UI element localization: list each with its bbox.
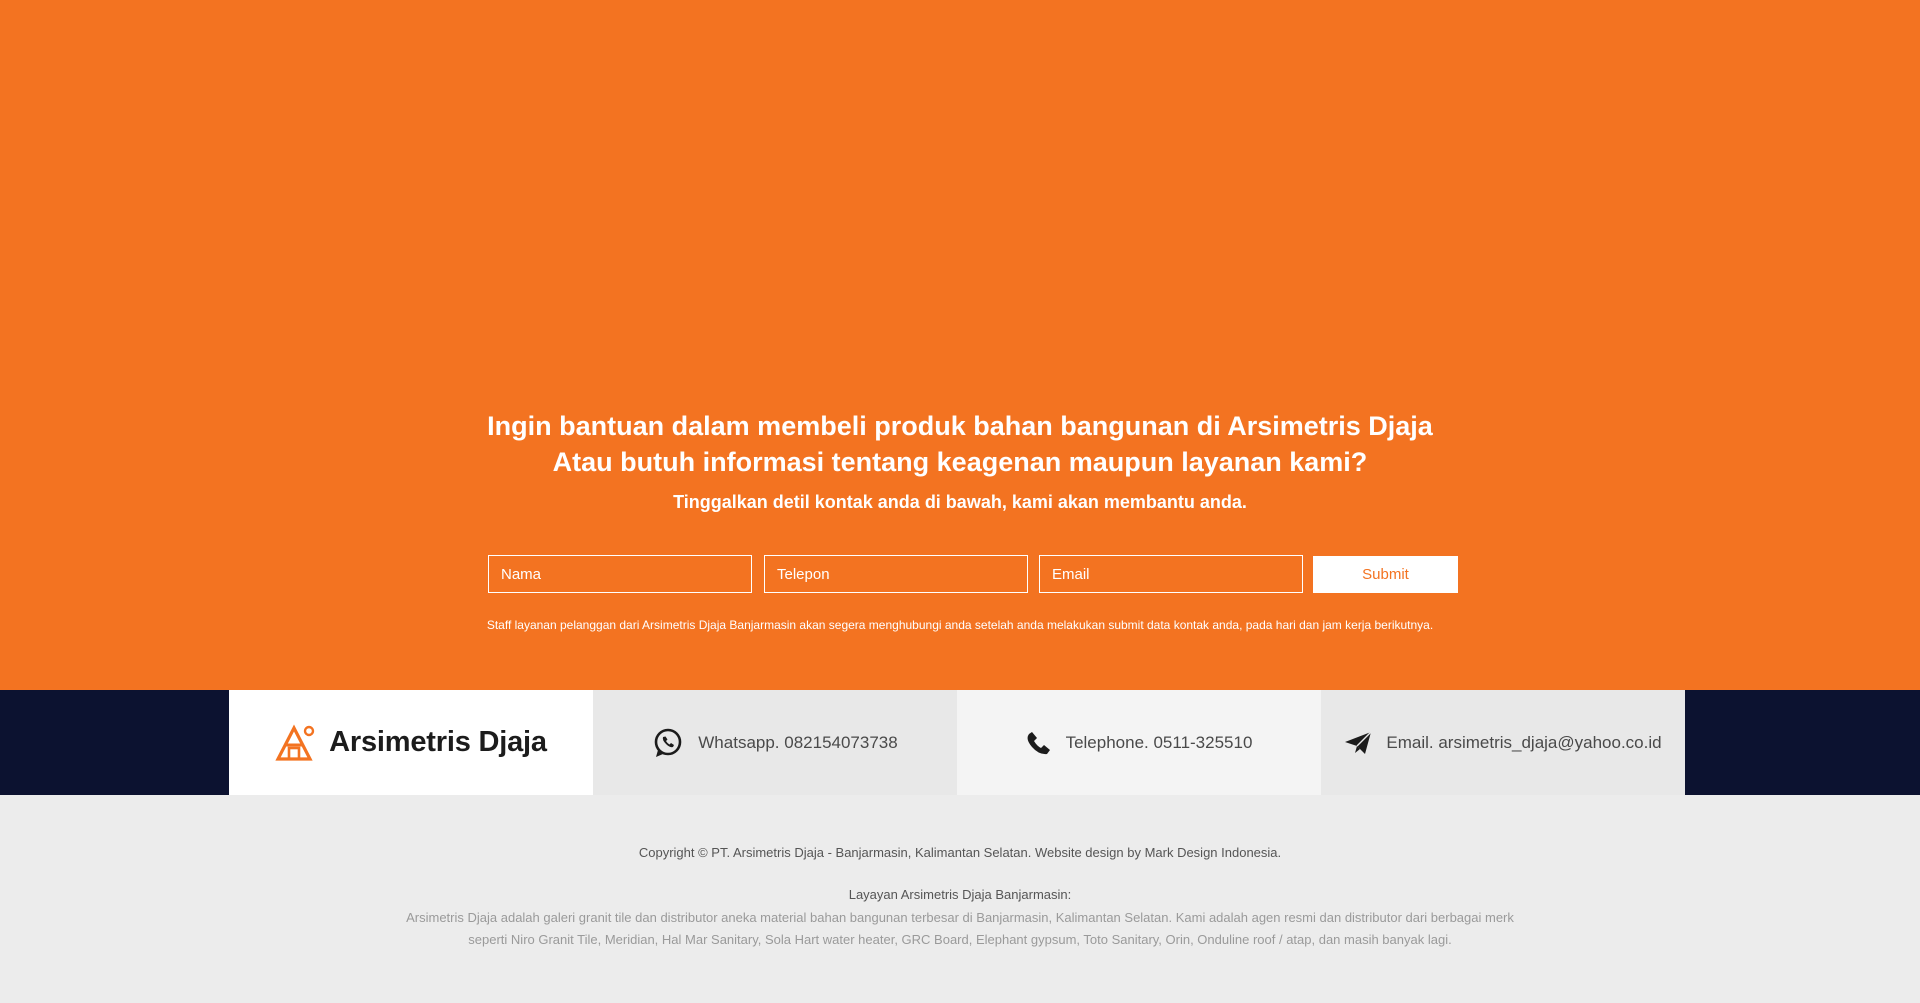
cta-subtitle: Tinggalkan detil kontak anda di bawah, k… [673,492,1247,512]
about-text: Arsimetris Djaja adalah galeri granit ti… [406,910,1514,947]
email-text: Email. arsimetris_djaja@yahoo.co.id [1386,732,1662,752]
name-field[interactable] [488,555,752,593]
submit-button[interactable]: Submit [1313,556,1458,593]
brand-name: Arsimetris Djaja [329,726,547,758]
paper-plane-icon [1344,731,1372,755]
cta-title: Ingin bantuan dalam membeli produk bahan… [0,408,1920,480]
brand-cell[interactable]: Arsimetris Djaja [229,690,593,795]
phone-field[interactable] [764,555,1028,593]
about-title: Layayan Arsimetris Djaja Banjarmasin: [848,887,1072,902]
site-footer: Copyright © PT. Arsimetris Djaja - Banja… [0,795,1920,1003]
cta-title-line2: Atau butuh informasi tentang keagenan ma… [552,447,1368,477]
email-cell[interactable]: Email. arsimetris_djaja@yahoo.co.id [1321,690,1685,795]
phone-icon [1026,730,1052,756]
contact-cta-section: Ingin bantuan dalam membeli produk bahan… [0,0,1920,690]
copyright-text: Copyright © PT. Arsimetris Djaja - Banja… [638,845,1282,860]
cta-title-line1: Ingin bantuan dalam membeli produk bahan… [487,411,1433,441]
telephone-text: Telephone. 0511-325510 [1065,732,1253,752]
telephone-cell[interactable]: Telephone. 0511-325510 [957,690,1321,795]
whatsapp-icon [652,727,684,759]
contact-info-bar: Arsimetris Djaja Whatsapp. 082154073738 … [0,690,1920,795]
whatsapp-cell[interactable]: Whatsapp. 082154073738 [593,690,957,795]
email-field[interactable] [1039,555,1303,593]
contact-form: Submit [488,555,1458,593]
cta-note: Staff layanan pelanggan dari Arsimetris … [486,618,1434,632]
house-logo-icon [275,724,317,762]
whatsapp-text: Whatsapp. 082154073738 [698,732,898,752]
